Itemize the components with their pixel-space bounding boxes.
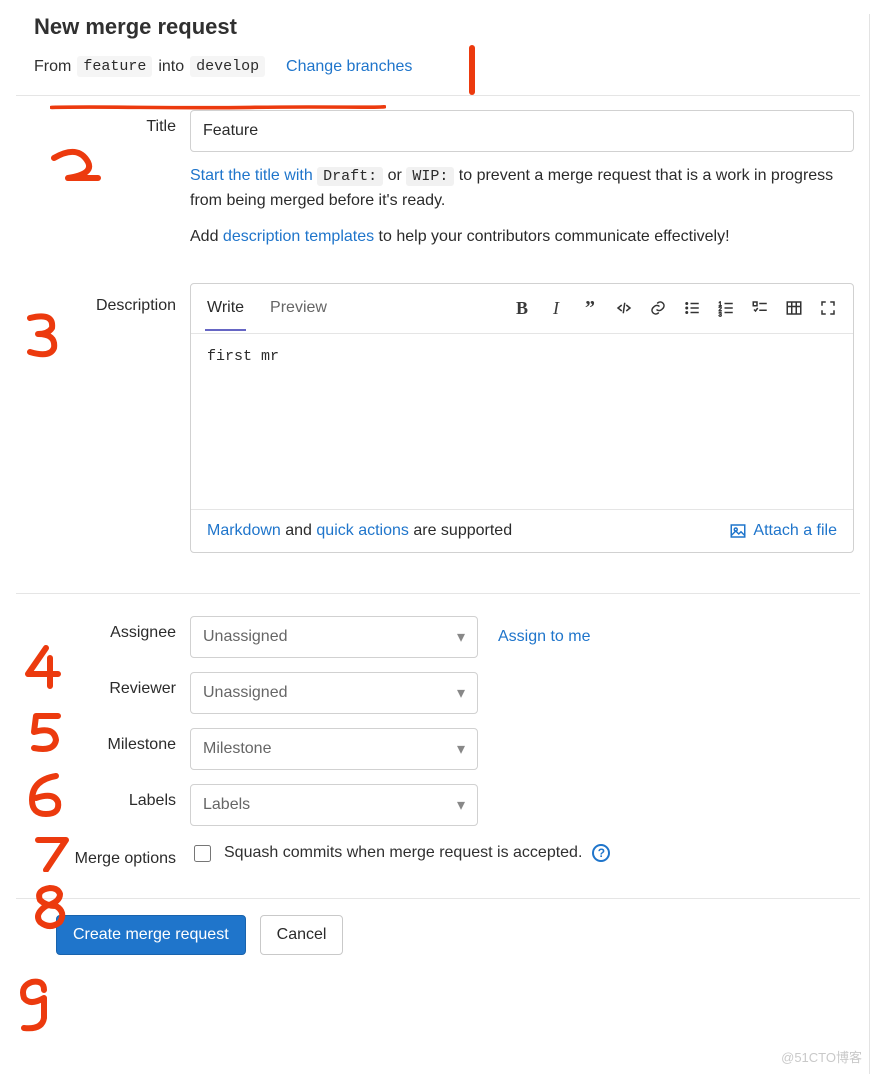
templates-hint: Add description templates to help your c… xyxy=(190,225,854,249)
into-label: into xyxy=(158,58,184,76)
assignee-dropdown[interactable]: Unassigned ▾ xyxy=(190,616,478,658)
chevron-down-icon: ▾ xyxy=(457,795,465,815)
tab-write[interactable]: Write xyxy=(205,285,246,331)
target-branch: develop xyxy=(190,56,265,77)
reviewer-label: Reviewer xyxy=(16,672,190,698)
milestone-label: Milestone xyxy=(16,728,190,754)
quote-icon[interactable]: ” xyxy=(579,297,601,319)
annotation-9 xyxy=(14,978,58,1041)
table-icon[interactable] xyxy=(783,297,805,319)
change-branches-link[interactable]: Change branches xyxy=(286,58,412,76)
link-icon[interactable] xyxy=(647,297,669,319)
tab-preview[interactable]: Preview xyxy=(268,285,329,331)
description-textarea[interactable] xyxy=(191,334,853,504)
italic-icon[interactable]: I xyxy=(545,297,567,319)
help-icon[interactable]: ? xyxy=(592,844,610,862)
quick-actions-link[interactable]: quick actions xyxy=(316,522,409,539)
image-icon xyxy=(729,522,747,540)
merge-options-label: Merge options xyxy=(16,840,190,870)
squash-text: Squash commits when merge request is acc… xyxy=(224,844,582,862)
cancel-button[interactable]: Cancel xyxy=(260,915,344,955)
chevron-down-icon: ▾ xyxy=(457,683,465,703)
page-title: New merge request xyxy=(34,14,860,40)
editor-toolbar: B I ” 123 xyxy=(511,297,839,319)
branch-summary: From feature into develop Change branche… xyxy=(34,56,860,77)
attach-file-button[interactable]: Attach a file xyxy=(729,522,837,540)
numbered-list-icon[interactable]: 123 xyxy=(715,297,737,319)
from-label: From xyxy=(34,58,71,76)
squash-checkbox-row[interactable]: Squash commits when merge request is acc… xyxy=(190,840,854,865)
bullet-list-icon[interactable] xyxy=(681,297,703,319)
description-editor: Write Preview B I ” 123 xyxy=(190,283,854,553)
title-hint-link[interactable]: Start the title with xyxy=(190,167,317,184)
fullscreen-icon[interactable] xyxy=(817,297,839,319)
task-list-icon[interactable] xyxy=(749,297,771,319)
title-input[interactable] xyxy=(190,110,854,152)
description-label: Description xyxy=(16,281,190,315)
code-icon[interactable] xyxy=(613,297,635,319)
squash-checkbox[interactable] xyxy=(194,845,211,862)
chevron-down-icon: ▾ xyxy=(457,739,465,759)
wip-code: WIP: xyxy=(406,167,454,186)
create-merge-request-button[interactable]: Create merge request xyxy=(56,915,246,955)
reviewer-dropdown[interactable]: Unassigned ▾ xyxy=(190,672,478,714)
bold-icon[interactable]: B xyxy=(511,297,533,319)
draft-code: Draft: xyxy=(317,167,383,186)
assign-to-me-link[interactable]: Assign to me xyxy=(498,628,590,646)
milestone-dropdown[interactable]: Milestone ▾ xyxy=(190,728,478,770)
assignee-label: Assignee xyxy=(16,616,190,642)
title-label: Title xyxy=(16,110,190,136)
labels-label: Labels xyxy=(16,784,190,810)
title-hint: Start the title with Draft: or WIP: to p… xyxy=(190,164,854,213)
labels-dropdown[interactable]: Labels ▾ xyxy=(190,784,478,826)
watermark: @51CTO博客 xyxy=(781,1047,862,1066)
description-templates-link[interactable]: description templates xyxy=(223,228,374,245)
chevron-down-icon: ▾ xyxy=(457,627,465,647)
editor-footer-text: Markdown and quick actions are supported xyxy=(207,522,512,540)
svg-text:3: 3 xyxy=(719,312,723,317)
source-branch: feature xyxy=(77,56,152,77)
markdown-link[interactable]: Markdown xyxy=(207,522,281,539)
